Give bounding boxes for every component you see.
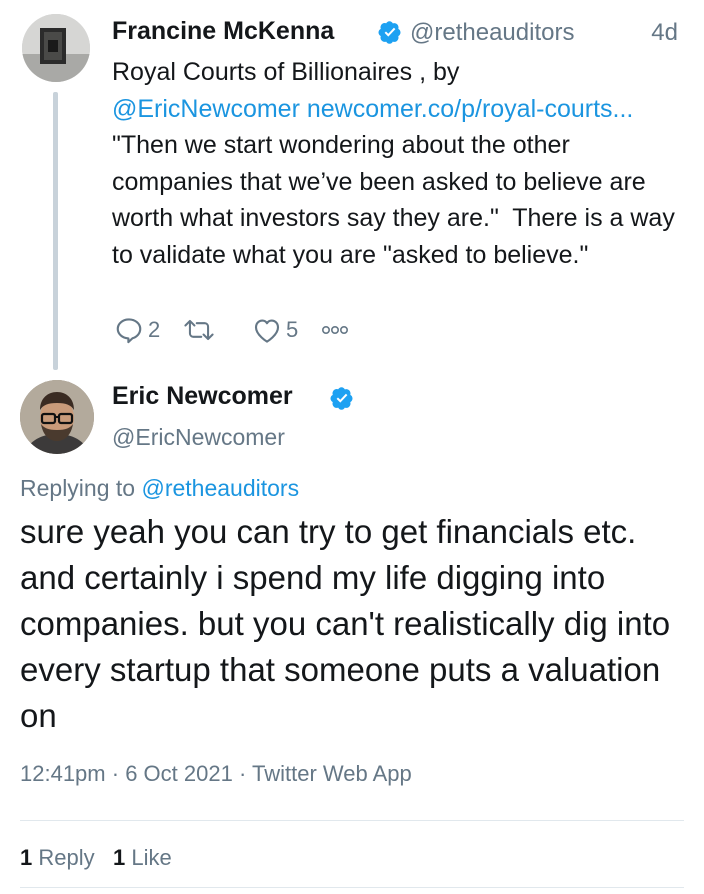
tweet-metadata: 12:41pm · 6 Oct 2021 · Twitter Web App [20, 761, 412, 786]
main-author-handle[interactable]: @EricNewcomer [112, 424, 285, 451]
divider [20, 820, 684, 821]
replying-to: Replying to @retheauditors [20, 475, 299, 502]
eric-avatar[interactable] [20, 380, 94, 454]
francine-avatar[interactable] [22, 14, 90, 82]
parent-author-handle[interactable]: @retheauditors [410, 19, 574, 47]
likes-stat[interactable]: 1 Like [113, 845, 172, 870]
parent-author-name[interactable]: Francine McKenna [112, 17, 334, 46]
tweet-time[interactable]: 12:41pm [20, 761, 106, 786]
main-tweet-text: sure yeah you can try to get financials … [20, 513, 671, 734]
verified-badge-icon [378, 21, 401, 44]
tweet-date[interactable]: 6 Oct 2021 [125, 761, 233, 786]
mention-link[interactable]: @EricNewcomer [112, 95, 300, 123]
retweet-action[interactable] [182, 316, 252, 344]
parent-tweet-text: Royal Courts of Billionaires , by @EricN… [112, 54, 692, 273]
reply-count: 2 [148, 317, 161, 342]
parent-action-bar: 2 5 [114, 314, 350, 346]
replying-prefix: Replying to [20, 475, 136, 501]
verified-badge-icon [330, 387, 353, 410]
like-icon [254, 319, 280, 343]
more-icon [321, 325, 348, 335]
tweet-stats: 1 Reply 1 Like [20, 845, 172, 871]
thread-connector [53, 92, 58, 370]
replies-stat[interactable]: 1 Reply [20, 845, 95, 870]
reply-action[interactable]: 2 [114, 315, 182, 345]
tweet-source[interactable]: Twitter Web App [252, 761, 412, 786]
like-count: 5 [286, 317, 299, 342]
article-link[interactable]: newcomer.co/p/royal-courts... [307, 95, 634, 123]
like-action[interactable]: 5 [252, 316, 320, 344]
more-action[interactable] [320, 324, 350, 336]
divider [20, 887, 684, 888]
reply-icon [116, 318, 142, 344]
parent-timestamp[interactable]: 4d [651, 19, 678, 47]
parent-text-line1: Royal Courts of Billionaires , by [112, 58, 460, 86]
retweet-icon [184, 319, 214, 341]
replying-handle[interactable]: @retheauditors [141, 475, 299, 501]
main-author-name[interactable]: Eric Newcomer [112, 382, 293, 411]
